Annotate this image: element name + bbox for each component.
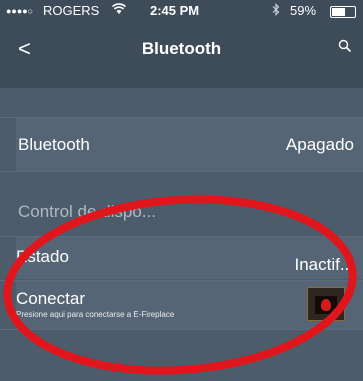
- bluetooth-label: Bluetooth: [18, 135, 90, 154]
- conectar-label: Conectar: [16, 289, 85, 308]
- battery-fill: [332, 8, 345, 16]
- estado-value: Inactif...: [294, 255, 354, 274]
- divider: [0, 329, 363, 330]
- wifi-icon: [111, 3, 127, 18]
- flame-icon: [321, 299, 331, 311]
- status-bar: ●●●●○ ROGERS 2:45 PM 59%: [0, 0, 363, 22]
- fireplace-icon[interactable]: [307, 287, 345, 321]
- search-icon[interactable]: [338, 39, 354, 55]
- page-title: Bluetooth: [141, 39, 222, 58]
- estado-label: Estado: [16, 247, 69, 266]
- navigation-bar: < Bluetooth: [0, 22, 363, 88]
- estado-row[interactable]: Estado Inactif...: [16, 237, 363, 279]
- clock: 2:45 PM: [150, 3, 200, 18]
- section-header: Control de dispo...: [18, 202, 156, 221]
- signal-strength: ●●●●○: [6, 6, 34, 16]
- battery-percentage: 59%: [290, 3, 317, 18]
- bluetooth-icon: [272, 3, 280, 19]
- divider: [0, 171, 363, 172]
- conectar-subtitle: Presione aqui para conectarse a E-Firepl…: [16, 310, 175, 319]
- carrier-name: ROGERS: [43, 3, 100, 18]
- bluetooth-row[interactable]: Bluetooth Apagado: [16, 118, 363, 171]
- conectar-row[interactable]: Conectar Presione aqui para conectarse a…: [16, 281, 363, 329]
- battery-icon: [330, 6, 356, 18]
- bluetooth-value: Apagado: [285, 135, 354, 154]
